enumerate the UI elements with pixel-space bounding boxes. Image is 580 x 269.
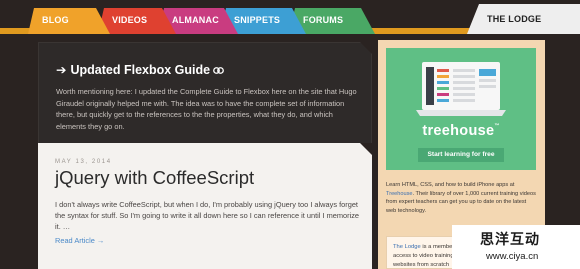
- watermark-chinese-text: 思洋互动: [480, 232, 540, 248]
- post-title[interactable]: jQuery with CoffeeScript: [55, 167, 254, 189]
- treehouse-ad[interactable]: treehouse™ Start learning for free: [386, 48, 536, 170]
- read-article-link[interactable]: Read Article →: [55, 236, 104, 245]
- post-date: MAY 13, 2014: [55, 159, 112, 165]
- tab-the-lodge[interactable]: THE LODGE: [467, 4, 580, 34]
- watermark: 思洋互动 www.ciya.cn: [452, 225, 580, 269]
- treehouse-link[interactable]: Treehouse: [386, 191, 413, 197]
- blog-post-card: MAY 13, 2014 jQuery with CoffeeScript I …: [38, 143, 372, 269]
- laptop-illustration: [416, 62, 506, 116]
- tab-blog[interactable]: BLOG: [28, 8, 110, 34]
- featured-post-body: Worth mentioning here: I updated the Com…: [56, 87, 357, 131]
- treehouse-logo: treehouse™: [422, 123, 500, 139]
- start-learning-button[interactable]: Start learning for free: [418, 148, 504, 162]
- watermark-url: www.ciya.cn: [486, 251, 539, 262]
- featured-post-title[interactable]: Updated Flexbox Guide: [70, 63, 210, 77]
- arrow-right-icon: ➔: [56, 63, 67, 77]
- featured-post-title-row[interactable]: ➔ Updated Flexbox Guide: [56, 62, 224, 77]
- link-icon: [213, 67, 224, 75]
- the-lodge-link[interactable]: The Lodge: [393, 244, 421, 250]
- main-navigation: FORUMS SNIPPETS ALMANAC VIDEOS BLOG THE …: [0, 0, 580, 34]
- post-excerpt: I don't always write CoffeeScript, but w…: [55, 200, 360, 232]
- ad-description: Learn HTML, CSS, and how to build iPhone…: [386, 182, 536, 214]
